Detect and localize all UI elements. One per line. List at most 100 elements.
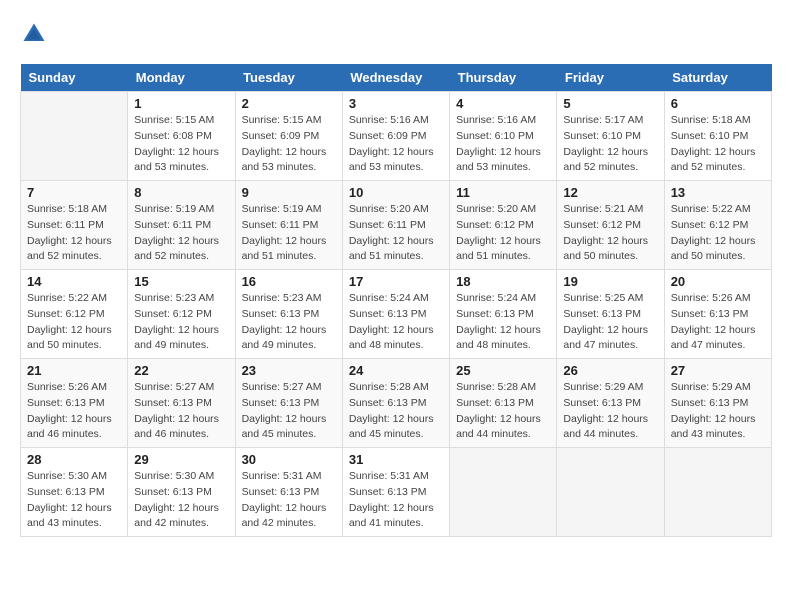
calendar-table: SundayMondayTuesdayWednesdayThursdayFrid… bbox=[20, 64, 772, 537]
day-cell bbox=[664, 448, 771, 537]
day-info: Sunrise: 5:22 AMSunset: 6:12 PMDaylight:… bbox=[27, 291, 121, 354]
day-info: Sunrise: 5:26 AMSunset: 6:13 PMDaylight:… bbox=[671, 291, 765, 354]
day-cell: 6Sunrise: 5:18 AMSunset: 6:10 PMDaylight… bbox=[664, 92, 771, 181]
day-cell: 5Sunrise: 5:17 AMSunset: 6:10 PMDaylight… bbox=[557, 92, 664, 181]
day-number: 29 bbox=[134, 452, 228, 467]
page-header bbox=[20, 20, 772, 48]
day-cell: 24 Sunrise: 5:28 AMSunset: 6:13 PMDayligh… bbox=[342, 359, 449, 448]
day-info: Sunrise: 5:18 AMSunset: 6:11 PMDaylight:… bbox=[27, 202, 121, 265]
header-cell-saturday: Saturday bbox=[664, 64, 771, 92]
day-number: 10 bbox=[349, 185, 443, 200]
day-cell: 20 Sunrise: 5:26 AMSunset: 6:13 PMDayligh… bbox=[664, 270, 771, 359]
day-cell: 23 Sunrise: 5:27 AMSunset: 6:13 PMDayligh… bbox=[235, 359, 342, 448]
day-cell: 14Sunrise: 5:22 AMSunset: 6:12 PMDayligh… bbox=[21, 270, 128, 359]
day-cell: 16 Sunrise: 5:23 AMSunset: 6:13 PMDayligh… bbox=[235, 270, 342, 359]
day-cell: 31 Sunrise: 5:31 AMSunset: 6:13 PMDayligh… bbox=[342, 448, 449, 537]
day-cell: 1 Sunrise: 5:15 AMSunset: 6:08 PMDaylight… bbox=[128, 92, 235, 181]
day-info: Sunrise: 5:26 AMSunset: 6:13 PMDaylight:… bbox=[27, 380, 121, 443]
week-row-2: 7 Sunrise: 5:18 AMSunset: 6:11 PMDaylight… bbox=[21, 181, 772, 270]
week-row-1: 1 Sunrise: 5:15 AMSunset: 6:08 PMDaylight… bbox=[21, 92, 772, 181]
header-row: SundayMondayTuesdayWednesdayThursdayFrid… bbox=[21, 64, 772, 92]
day-number: 18 bbox=[456, 274, 550, 289]
header-cell-thursday: Thursday bbox=[450, 64, 557, 92]
day-info: Sunrise: 5:23 AMSunset: 6:12 PMDaylight:… bbox=[134, 291, 228, 354]
day-info: Sunrise: 5:27 AMSunset: 6:13 PMDaylight:… bbox=[134, 380, 228, 443]
day-info: Sunrise: 5:15 AMSunset: 6:08 PMDaylight:… bbox=[134, 113, 228, 176]
day-info: Sunrise: 5:21 AMSunset: 6:12 PMDaylight:… bbox=[563, 202, 657, 265]
day-cell: 26 Sunrise: 5:29 AMSunset: 6:13 PMDayligh… bbox=[557, 359, 664, 448]
day-number: 2 bbox=[242, 96, 336, 111]
day-number: 21 bbox=[27, 363, 121, 378]
day-info: Sunrise: 5:16 AMSunset: 6:10 PMDaylight:… bbox=[456, 113, 550, 176]
day-number: 25 bbox=[456, 363, 550, 378]
day-number: 11 bbox=[456, 185, 550, 200]
day-info: Sunrise: 5:20 AMSunset: 6:11 PMDaylight:… bbox=[349, 202, 443, 265]
day-number: 26 bbox=[563, 363, 657, 378]
day-cell bbox=[557, 448, 664, 537]
day-number: 22 bbox=[134, 363, 228, 378]
week-row-5: 28 Sunrise: 5:30 AMSunset: 6:13 PMDayligh… bbox=[21, 448, 772, 537]
logo bbox=[20, 20, 52, 48]
day-info: Sunrise: 5:29 AMSunset: 6:13 PMDaylight:… bbox=[563, 380, 657, 443]
day-number: 16 bbox=[242, 274, 336, 289]
day-number: 23 bbox=[242, 363, 336, 378]
day-info: Sunrise: 5:17 AMSunset: 6:10 PMDaylight:… bbox=[563, 113, 657, 176]
day-number: 3 bbox=[349, 96, 443, 111]
day-cell: 29 Sunrise: 5:30 AMSunset: 6:13 PMDayligh… bbox=[128, 448, 235, 537]
day-info: Sunrise: 5:22 AMSunset: 6:12 PMDaylight:… bbox=[671, 202, 765, 265]
day-info: Sunrise: 5:31 AMSunset: 6:13 PMDaylight:… bbox=[349, 469, 443, 532]
day-cell: 4Sunrise: 5:16 AMSunset: 6:10 PMDaylight… bbox=[450, 92, 557, 181]
day-cell: 11 Sunrise: 5:20 AMSunset: 6:12 PMDayligh… bbox=[450, 181, 557, 270]
day-cell: 15 Sunrise: 5:23 AMSunset: 6:12 PMDayligh… bbox=[128, 270, 235, 359]
header-cell-tuesday: Tuesday bbox=[235, 64, 342, 92]
day-info: Sunrise: 5:30 AMSunset: 6:13 PMDaylight:… bbox=[27, 469, 121, 532]
day-number: 20 bbox=[671, 274, 765, 289]
day-number: 8 bbox=[134, 185, 228, 200]
day-info: Sunrise: 5:16 AMSunset: 6:09 PMDaylight:… bbox=[349, 113, 443, 176]
day-number: 17 bbox=[349, 274, 443, 289]
day-number: 28 bbox=[27, 452, 121, 467]
day-number: 15 bbox=[134, 274, 228, 289]
day-number: 1 bbox=[134, 96, 228, 111]
day-cell: 8 Sunrise: 5:19 AMSunset: 6:11 PMDaylight… bbox=[128, 181, 235, 270]
calendar-header: SundayMondayTuesdayWednesdayThursdayFrid… bbox=[21, 64, 772, 92]
day-info: Sunrise: 5:20 AMSunset: 6:12 PMDaylight:… bbox=[456, 202, 550, 265]
logo-icon bbox=[20, 20, 48, 48]
day-info: Sunrise: 5:27 AMSunset: 6:13 PMDaylight:… bbox=[242, 380, 336, 443]
day-cell: 21 Sunrise: 5:26 AMSunset: 6:13 PMDayligh… bbox=[21, 359, 128, 448]
day-cell: 28 Sunrise: 5:30 AMSunset: 6:13 PMDayligh… bbox=[21, 448, 128, 537]
day-number: 7 bbox=[27, 185, 121, 200]
day-cell: 17Sunrise: 5:24 AMSunset: 6:13 PMDayligh… bbox=[342, 270, 449, 359]
day-cell: 19Sunrise: 5:25 AMSunset: 6:13 PMDayligh… bbox=[557, 270, 664, 359]
day-number: 19 bbox=[563, 274, 657, 289]
day-cell: 3 Sunrise: 5:16 AMSunset: 6:09 PMDaylight… bbox=[342, 92, 449, 181]
header-cell-sunday: Sunday bbox=[21, 64, 128, 92]
header-cell-wednesday: Wednesday bbox=[342, 64, 449, 92]
day-cell: 13Sunrise: 5:22 AMSunset: 6:12 PMDayligh… bbox=[664, 181, 771, 270]
day-info: Sunrise: 5:19 AMSunset: 6:11 PMDaylight:… bbox=[134, 202, 228, 265]
day-number: 24 bbox=[349, 363, 443, 378]
day-cell: 25 Sunrise: 5:28 AMSunset: 6:13 PMDayligh… bbox=[450, 359, 557, 448]
day-cell bbox=[21, 92, 128, 181]
day-cell: 2 Sunrise: 5:15 AMSunset: 6:09 PMDaylight… bbox=[235, 92, 342, 181]
day-cell bbox=[450, 448, 557, 537]
day-cell: 7 Sunrise: 5:18 AMSunset: 6:11 PMDaylight… bbox=[21, 181, 128, 270]
day-info: Sunrise: 5:18 AMSunset: 6:10 PMDaylight:… bbox=[671, 113, 765, 176]
week-row-3: 14Sunrise: 5:22 AMSunset: 6:12 PMDayligh… bbox=[21, 270, 772, 359]
day-info: Sunrise: 5:23 AMSunset: 6:13 PMDaylight:… bbox=[242, 291, 336, 354]
day-cell: 18 Sunrise: 5:24 AMSunset: 6:13 PMDayligh… bbox=[450, 270, 557, 359]
day-number: 9 bbox=[242, 185, 336, 200]
day-info: Sunrise: 5:24 AMSunset: 6:13 PMDaylight:… bbox=[456, 291, 550, 354]
day-number: 12 bbox=[563, 185, 657, 200]
day-info: Sunrise: 5:28 AMSunset: 6:13 PMDaylight:… bbox=[456, 380, 550, 443]
day-cell: 12 Sunrise: 5:21 AMSunset: 6:12 PMDayligh… bbox=[557, 181, 664, 270]
day-info: Sunrise: 5:28 AMSunset: 6:13 PMDaylight:… bbox=[349, 380, 443, 443]
header-cell-monday: Monday bbox=[128, 64, 235, 92]
day-info: Sunrise: 5:15 AMSunset: 6:09 PMDaylight:… bbox=[242, 113, 336, 176]
day-info: Sunrise: 5:30 AMSunset: 6:13 PMDaylight:… bbox=[134, 469, 228, 532]
day-info: Sunrise: 5:31 AMSunset: 6:13 PMDaylight:… bbox=[242, 469, 336, 532]
week-row-4: 21 Sunrise: 5:26 AMSunset: 6:13 PMDayligh… bbox=[21, 359, 772, 448]
day-cell: 22 Sunrise: 5:27 AMSunset: 6:13 PMDayligh… bbox=[128, 359, 235, 448]
header-cell-friday: Friday bbox=[557, 64, 664, 92]
day-number: 31 bbox=[349, 452, 443, 467]
